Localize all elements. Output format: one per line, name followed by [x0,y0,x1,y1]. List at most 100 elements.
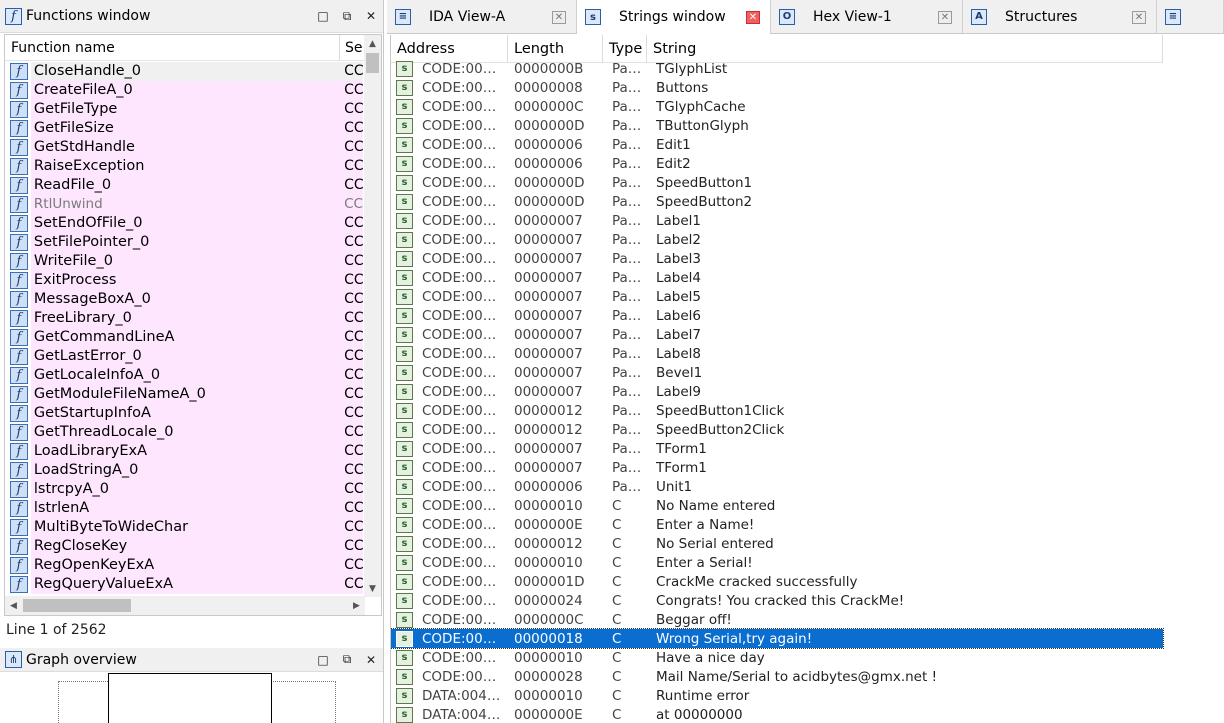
function-name: lstrlenA [30,499,342,518]
string-row[interactable]: s CODE:00… 00000012 Pa… SpeedButton1Click [391,401,1163,420]
function-row[interactable]: f RtlUnwind CC [5,195,363,214]
close-tab-icon[interactable]: ✕ [552,11,566,24]
string-row[interactable]: s CODE:00… 00000007 Pa… Label4 [391,268,1163,287]
function-row[interactable]: f CloseHandle_0 CC [5,62,363,81]
string-row[interactable]: s CODE:00… 00000007 Pa… Label3 [391,249,1163,268]
strings-window[interactable]: Address Length Type String s CODE:00… 0000… [390,35,1224,723]
function-row[interactable]: f GetLocaleInfoA_0 CC [5,366,363,385]
string-row[interactable]: s DATA:004… 00000010 C Runtime error [391,686,1163,705]
function-row[interactable]: f GetCommandLineA CC [5,328,363,347]
function-row[interactable]: f RegQueryValueExA CC [5,575,363,594]
close-tab-icon[interactable]: ✕ [746,11,760,24]
string-row[interactable]: s CODE:00… 00000010 C Have a nice day [391,648,1163,667]
column-header-function-name[interactable]: Function name [5,35,340,60]
string-row[interactable]: s CODE:00… 00000007 Pa… Label9 [391,382,1163,401]
function-row[interactable]: f RaiseException CC [5,157,363,176]
restore-button[interactable]: □ [311,650,335,670]
close-tab-icon[interactable]: ✕ [1132,11,1146,24]
tab-structures[interactable]: A Structures ✕ [963,0,1157,33]
function-row[interactable]: f GetLastError_0 CC [5,347,363,366]
tab-strings-window[interactable]: s Strings window ✕ [577,0,771,34]
function-row[interactable]: f RegOpenKeyExA CC [5,556,363,575]
function-name: GetCommandLineA [30,328,342,347]
close-button[interactable]: ✕ [359,6,383,26]
string-row[interactable]: s CODE:00… 0000000D Pa… SpeedButton1 [391,173,1163,192]
graph-viewport-rect[interactable] [108,673,272,723]
scroll-up-icon[interactable]: ▲ [364,35,381,52]
string-row[interactable]: s CODE:00… 0000000C Pa… TGlyphCache [391,97,1163,116]
string-row[interactable]: s CODE:00… 00000007 Pa… Label1 [391,211,1163,230]
string-row[interactable]: s CODE:00… 00000024 C Congrats! You cracked … [391,591,1163,610]
functions-window: f Functions window □ ⧉ ✕ Function name S… [0,0,384,648]
string-row[interactable]: s CODE:00… 00000006 Pa… Unit1 [391,477,1163,496]
function-row[interactable]: f lstrcpyA_0 CC [5,480,363,499]
string-row[interactable]: s CODE:00… 00000012 C No Serial entered [391,534,1163,553]
function-row[interactable]: f GetThreadLocale_0 CC [5,423,363,442]
string-row[interactable]: s CODE:00… 00000007 Pa… Label8 [391,344,1163,363]
tab-hex-view-1[interactable]: O Hex View-1 ✕ [771,0,963,33]
tab-enums[interactable]: ≡ [1157,0,1224,33]
string-row[interactable]: s CODE:00… 00000018 C Wrong Serial,try again… [391,628,1164,649]
close-button[interactable]: ✕ [359,650,383,670]
string-row[interactable]: s CODE:00… 00000007 Pa… Bevel1 [391,363,1163,382]
vertical-scrollbar[interactable]: ▲ ▼ [364,35,381,597]
function-segment: CC [341,366,363,385]
float-button[interactable]: ⧉ [335,650,359,670]
string-row[interactable]: s CODE:00… 00000007 Pa… Label6 [391,306,1163,325]
function-row[interactable]: f GetFileSize CC [5,119,363,138]
scrollbar-thumb[interactable] [366,53,379,73]
string-row[interactable]: s CODE:00… 00000006 Pa… Edit1 [391,135,1163,154]
function-row[interactable]: f ReadFile_0 CC [5,176,363,195]
function-row[interactable]: f GetStdHandle CC [5,138,363,157]
function-row[interactable]: f MessageBoxA_0 CC [5,290,363,309]
function-row[interactable]: f RegCloseKey CC [5,537,363,556]
string-row[interactable]: s CODE:00… 0000000D Pa… TButtonGlyph [391,116,1163,135]
graph-overview-canvas[interactable] [0,673,383,723]
graph-overview-titlebar[interactable]: ⋔ Graph overview □ ⧉ ✕ [0,648,383,672]
string-row[interactable]: s CODE:00… 00000028 C Mail Name/Serial to ac… [391,667,1163,686]
function-row[interactable]: f GetStartupInfoA CC [5,404,363,423]
functions-window-titlebar[interactable]: f Functions window □ ⧉ ✕ [0,0,383,33]
string-row[interactable]: s CODE:00… 0000000E C Enter a Name! [391,515,1163,534]
horizontal-scrollbar[interactable]: ◀ ▶ [5,596,365,615]
function-row[interactable]: f SetEndOfFile_0 CC [5,214,363,233]
string-row[interactable]: s CODE:00… 0000000C C Beggar off! [391,610,1163,629]
string-row[interactable]: s CODE:00… 0000000B Pa… TGlyphList [391,59,1163,78]
function-row[interactable]: f CreateFileA_0 CC [5,81,363,100]
scrollbar-thumb[interactable] [23,599,131,612]
string-row[interactable]: s CODE:00… 0000001D C CrackMe cracked succes… [391,572,1163,591]
function-row[interactable]: f LoadStringA_0 CC [5,461,363,480]
scroll-down-icon[interactable]: ▼ [364,580,381,597]
scroll-left-icon[interactable]: ◀ [5,596,22,615]
column-header-segment[interactable]: Se [340,40,365,56]
restore-button[interactable]: □ [311,6,335,26]
function-row[interactable]: f GetModuleFileNameA_0 CC [5,385,363,404]
string-row[interactable]: s CODE:00… 00000006 Pa… Edit2 [391,154,1163,173]
string-row[interactable]: s DATA:004… 0000000E C at 00000000 [391,705,1163,723]
string-row[interactable]: s CODE:00… 00000007 Pa… Label5 [391,287,1163,306]
function-row[interactable]: f ExitProcess CC [5,271,363,290]
string-length: 00000007 [514,364,583,381]
string-row[interactable]: s CODE:00… 00000007 Pa… Label7 [391,325,1163,344]
function-row[interactable]: f lstrlenA CC [5,499,363,518]
tab-ida-view-a[interactable]: ≡ IDA View-A ✕ [387,0,577,33]
close-tab-icon[interactable]: ✕ [938,11,952,24]
function-row[interactable]: f SetFilePointer_0 CC [5,233,363,252]
string-row[interactable]: s CODE:00… 00000007 Pa… Label2 [391,230,1163,249]
function-row[interactable]: f FreeLibrary_0 CC [5,309,363,328]
functions-list[interactable]: Function name Se f CloseHandle_0 CC f Create… [4,34,382,616]
string-row[interactable]: s CODE:00… 00000012 Pa… SpeedButton2Click [391,420,1163,439]
string-row[interactable]: s CODE:00… 0000000D Pa… SpeedButton2 [391,192,1163,211]
string-row[interactable]: s CODE:00… 00000007 Pa… TForm1 [391,439,1163,458]
function-row[interactable]: f MultiByteToWideChar CC [5,518,363,537]
function-row[interactable]: f LoadLibraryExA CC [5,442,363,461]
tab-label: Structures [1005,8,1078,25]
scroll-right-icon[interactable]: ▶ [348,596,365,615]
function-row[interactable]: f GetFileType CC [5,100,363,119]
function-row[interactable]: f WriteFile_0 CC [5,252,363,271]
string-row[interactable]: s CODE:00… 00000010 C No Name entered [391,496,1163,515]
string-row[interactable]: s CODE:00… 00000007 Pa… TForm1 [391,458,1163,477]
float-button[interactable]: ⧉ [335,6,359,26]
string-row[interactable]: s CODE:00… 00000008 Pa… Buttons [391,78,1163,97]
string-row[interactable]: s CODE:00… 00000010 C Enter a Serial! [391,553,1163,572]
